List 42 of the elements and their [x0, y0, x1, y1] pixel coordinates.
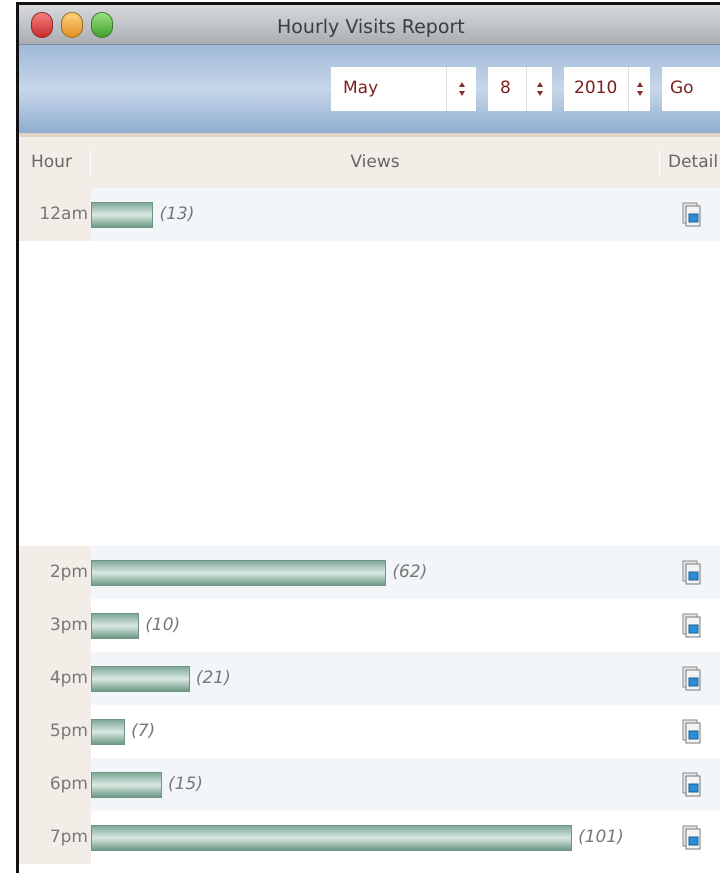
month-select[interactable]: May — [331, 67, 476, 111]
window-title: Hourly Visits Report — [277, 15, 465, 40]
detail-button[interactable] — [682, 560, 702, 586]
detail-button[interactable] — [682, 666, 702, 692]
document-icon — [682, 666, 702, 692]
stepper-icon — [536, 82, 542, 96]
day-select[interactable]: 8 — [488, 67, 552, 111]
column-header: Hour — [19, 150, 91, 176]
document-icon — [682, 772, 702, 798]
zoom-button[interactable] — [91, 12, 113, 38]
detail-button[interactable] — [682, 824, 702, 850]
views-count: (15) — [168, 772, 203, 796]
detail-button[interactable] — [682, 202, 702, 228]
views-count: (13) — [159, 202, 194, 226]
document-icon — [682, 612, 702, 638]
column-header: Detail — [667, 150, 720, 174]
stepper-icon — [636, 82, 642, 96]
detail-button[interactable] — [682, 718, 702, 744]
views-count: (7) — [131, 720, 156, 743]
hour-label: 2pm — [50, 560, 88, 584]
views-count: (62) — [392, 560, 428, 584]
document-icon — [682, 824, 702, 850]
views-count: (101) — [578, 826, 624, 849]
column-header: Views — [91, 150, 660, 176]
minimize-button[interactable] — [61, 12, 83, 38]
detail-button[interactable] — [682, 612, 702, 638]
document-icon — [682, 560, 702, 586]
views-count: (10) — [145, 614, 180, 637]
document-icon — [682, 718, 702, 744]
hour-label: 7pm — [50, 826, 88, 849]
detail-button[interactable] — [682, 772, 702, 798]
stepper-icon — [458, 82, 464, 96]
go-button[interactable]: Go — [662, 67, 720, 111]
document-icon — [682, 202, 702, 228]
close-button[interactable] — [31, 12, 53, 38]
hour-label: 3pm — [50, 614, 88, 637]
year-select[interactable]: 2010 — [564, 67, 650, 111]
hour-label: 5pm — [50, 720, 88, 743]
hour-label: 4pm — [50, 666, 88, 690]
hour-label: 6pm — [50, 772, 88, 796]
views-count: (21) — [196, 666, 231, 690]
hour-label: 12am — [39, 202, 88, 226]
